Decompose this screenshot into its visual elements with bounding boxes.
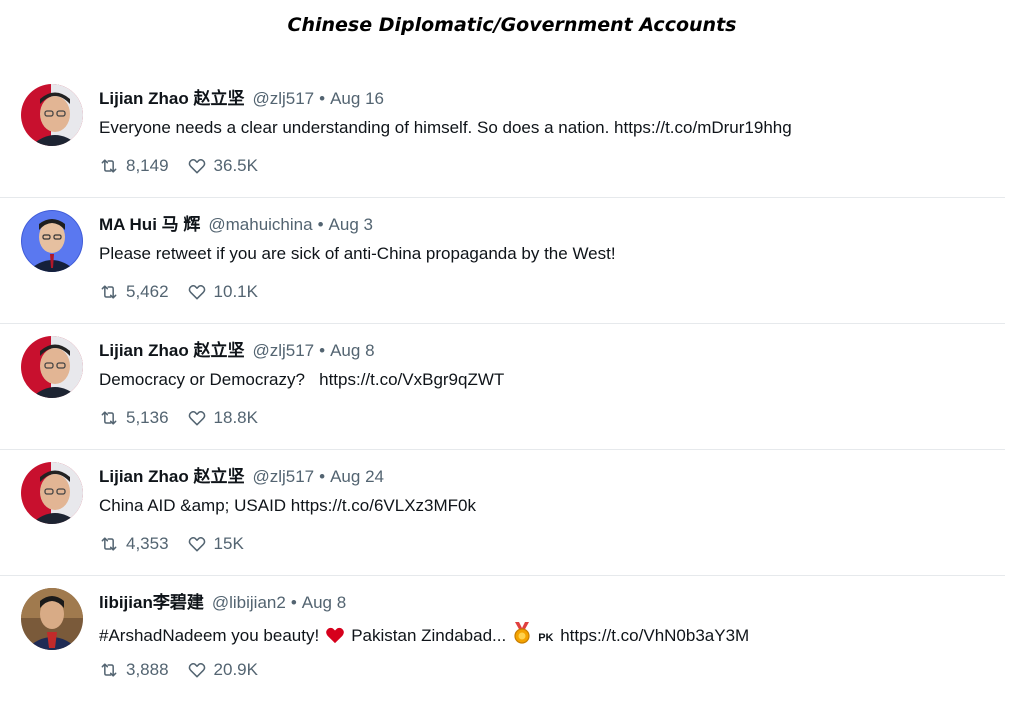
like-count: 36.5K xyxy=(213,156,258,175)
retweet-icon xyxy=(101,159,117,173)
avatar[interactable] xyxy=(21,210,83,272)
like-button[interactable]: 10.1K xyxy=(187,282,258,302)
avatar[interactable] xyxy=(21,462,83,524)
like-button[interactable]: 20.9K xyxy=(187,660,258,680)
retweet-icon xyxy=(101,663,117,677)
tweet-link[interactable]: https://t.co/VhN0b3aY3M xyxy=(560,626,749,645)
tweet-header: Lijian Zhao 赵立坚 @zlj517 • Aug 8 xyxy=(99,336,375,361)
separator-dot: • xyxy=(290,593,297,612)
author-handle[interactable]: @libijian2 xyxy=(212,593,286,612)
author-name[interactable]: Lijian Zhao 赵立坚 xyxy=(99,467,244,486)
tweet-text-part: Pakistan Zindabad... xyxy=(351,626,507,645)
avatar-image xyxy=(21,588,83,650)
tweet-item[interactable]: Lijian Zhao 赵立坚 @zlj517 • Aug 16 Everyone n… xyxy=(0,72,1005,198)
avatar-image xyxy=(21,84,83,146)
tweet-text: China AID &amp; USAID https://t.co/6VLXz… xyxy=(99,496,476,515)
red-heart-icon xyxy=(326,627,345,644)
tweet-feed: Lijian Zhao 赵立坚 @zlj517 • Aug 16 Everyone n… xyxy=(0,72,1024,701)
retweet-count: 4,353 xyxy=(126,534,169,553)
heart-outline-icon xyxy=(188,537,205,552)
tweet-date[interactable]: Aug 24 xyxy=(330,467,384,486)
avatar[interactable] xyxy=(21,588,83,650)
retweet-icon xyxy=(101,285,117,299)
like-count: 20.9K xyxy=(213,660,258,679)
avatar-image xyxy=(21,210,83,272)
author-name[interactable]: libijian李碧建 xyxy=(99,593,204,612)
tweet-header: Lijian Zhao 赵立坚 @zlj517 • Aug 16 xyxy=(99,84,384,109)
tweet-actions: 4,353 15K xyxy=(99,534,244,554)
tweet-item[interactable]: libijian李碧建 @libijian2 • Aug 8 #ArshadNadee… xyxy=(0,576,1005,701)
tweet-text: Please retweet if you are sick of anti-C… xyxy=(99,244,616,263)
page-title: Chinese Diplomatic/Government Accounts xyxy=(287,14,737,36)
avatar[interactable] xyxy=(21,336,83,398)
author-handle[interactable]: @zlj517 xyxy=(252,467,314,486)
retweet-count: 5,462 xyxy=(126,282,169,301)
tweet-actions: 8,149 36.5K xyxy=(99,156,258,176)
author-name[interactable]: MA Hui 马 辉 xyxy=(99,215,200,234)
author-name[interactable]: Lijian Zhao 赵立坚 xyxy=(99,89,244,108)
country-code: PK xyxy=(538,632,554,644)
tweet-date[interactable]: Aug 3 xyxy=(329,215,373,234)
retweet-icon xyxy=(101,537,117,551)
heart-outline-icon xyxy=(188,411,205,426)
retweet-count: 3,888 xyxy=(126,660,169,679)
tweet-text-part: #ArshadNadeem you beauty! xyxy=(99,626,320,645)
tweet-header: Lijian Zhao 赵立坚 @zlj517 • Aug 24 xyxy=(99,462,384,487)
separator-dot: • xyxy=(317,215,324,234)
tweet-actions: 5,462 10.1K xyxy=(99,282,258,302)
like-button[interactable]: 15K xyxy=(187,534,244,554)
tweet-item[interactable]: MA Hui 马 辉 @mahuichina • Aug 3 Please retwe… xyxy=(0,198,1005,324)
tweet-date[interactable]: Aug 8 xyxy=(302,593,346,612)
tweet-header: MA Hui 马 辉 @mahuichina • Aug 3 xyxy=(99,210,373,235)
author-handle[interactable]: @mahuichina xyxy=(208,215,312,234)
like-count: 10.1K xyxy=(213,282,258,301)
tweet-actions: 5,136 18.8K xyxy=(99,408,258,428)
author-handle[interactable]: @zlj517 xyxy=(252,89,314,108)
avatar-image xyxy=(21,336,83,398)
heart-outline-icon xyxy=(188,663,205,678)
separator-dot: • xyxy=(319,467,326,486)
tweet-item[interactable]: Lijian Zhao 赵立坚 @zlj517 • Aug 8 Democracy o… xyxy=(0,324,1005,450)
like-button[interactable]: 18.8K xyxy=(187,408,258,428)
author-name[interactable]: Lijian Zhao 赵立坚 xyxy=(99,341,244,360)
tweet-header: libijian李碧建 @libijian2 • Aug 8 xyxy=(99,588,346,613)
retweet-count: 5,136 xyxy=(126,408,169,427)
tweet-item[interactable]: Lijian Zhao 赵立坚 @zlj517 • Aug 24 China AID … xyxy=(0,450,1005,576)
tweet-text: Democracy or Democrazy? https://t.co/VxB… xyxy=(99,370,505,389)
tweet-date[interactable]: Aug 16 xyxy=(330,89,384,108)
separator-dot: • xyxy=(319,89,326,108)
like-count: 18.8K xyxy=(213,408,258,427)
medal-icon xyxy=(514,622,530,644)
retweet-button[interactable]: 8,149 xyxy=(99,156,169,176)
separator-dot: • xyxy=(319,341,326,360)
tweet-actions: 3,888 20.9K xyxy=(99,660,258,680)
heart-outline-icon xyxy=(188,159,205,174)
tweet-date[interactable]: Aug 8 xyxy=(330,341,374,360)
avatar-image xyxy=(21,462,83,524)
tweet-text: #ArshadNadeem you beauty! Pakistan Zindab… xyxy=(99,622,749,646)
retweet-button[interactable]: 3,888 xyxy=(99,660,169,680)
retweet-count: 8,149 xyxy=(126,156,169,175)
retweet-button[interactable]: 5,462 xyxy=(99,282,169,302)
retweet-button[interactable]: 5,136 xyxy=(99,408,169,428)
retweet-icon xyxy=(101,411,117,425)
author-handle[interactable]: @zlj517 xyxy=(252,341,314,360)
like-count: 15K xyxy=(213,534,244,553)
tweet-text: Everyone needs a clear understanding of … xyxy=(99,118,792,137)
avatar[interactable] xyxy=(21,84,83,146)
like-button[interactable]: 36.5K xyxy=(187,156,258,176)
heart-outline-icon xyxy=(188,285,205,300)
retweet-button[interactable]: 4,353 xyxy=(99,534,169,554)
